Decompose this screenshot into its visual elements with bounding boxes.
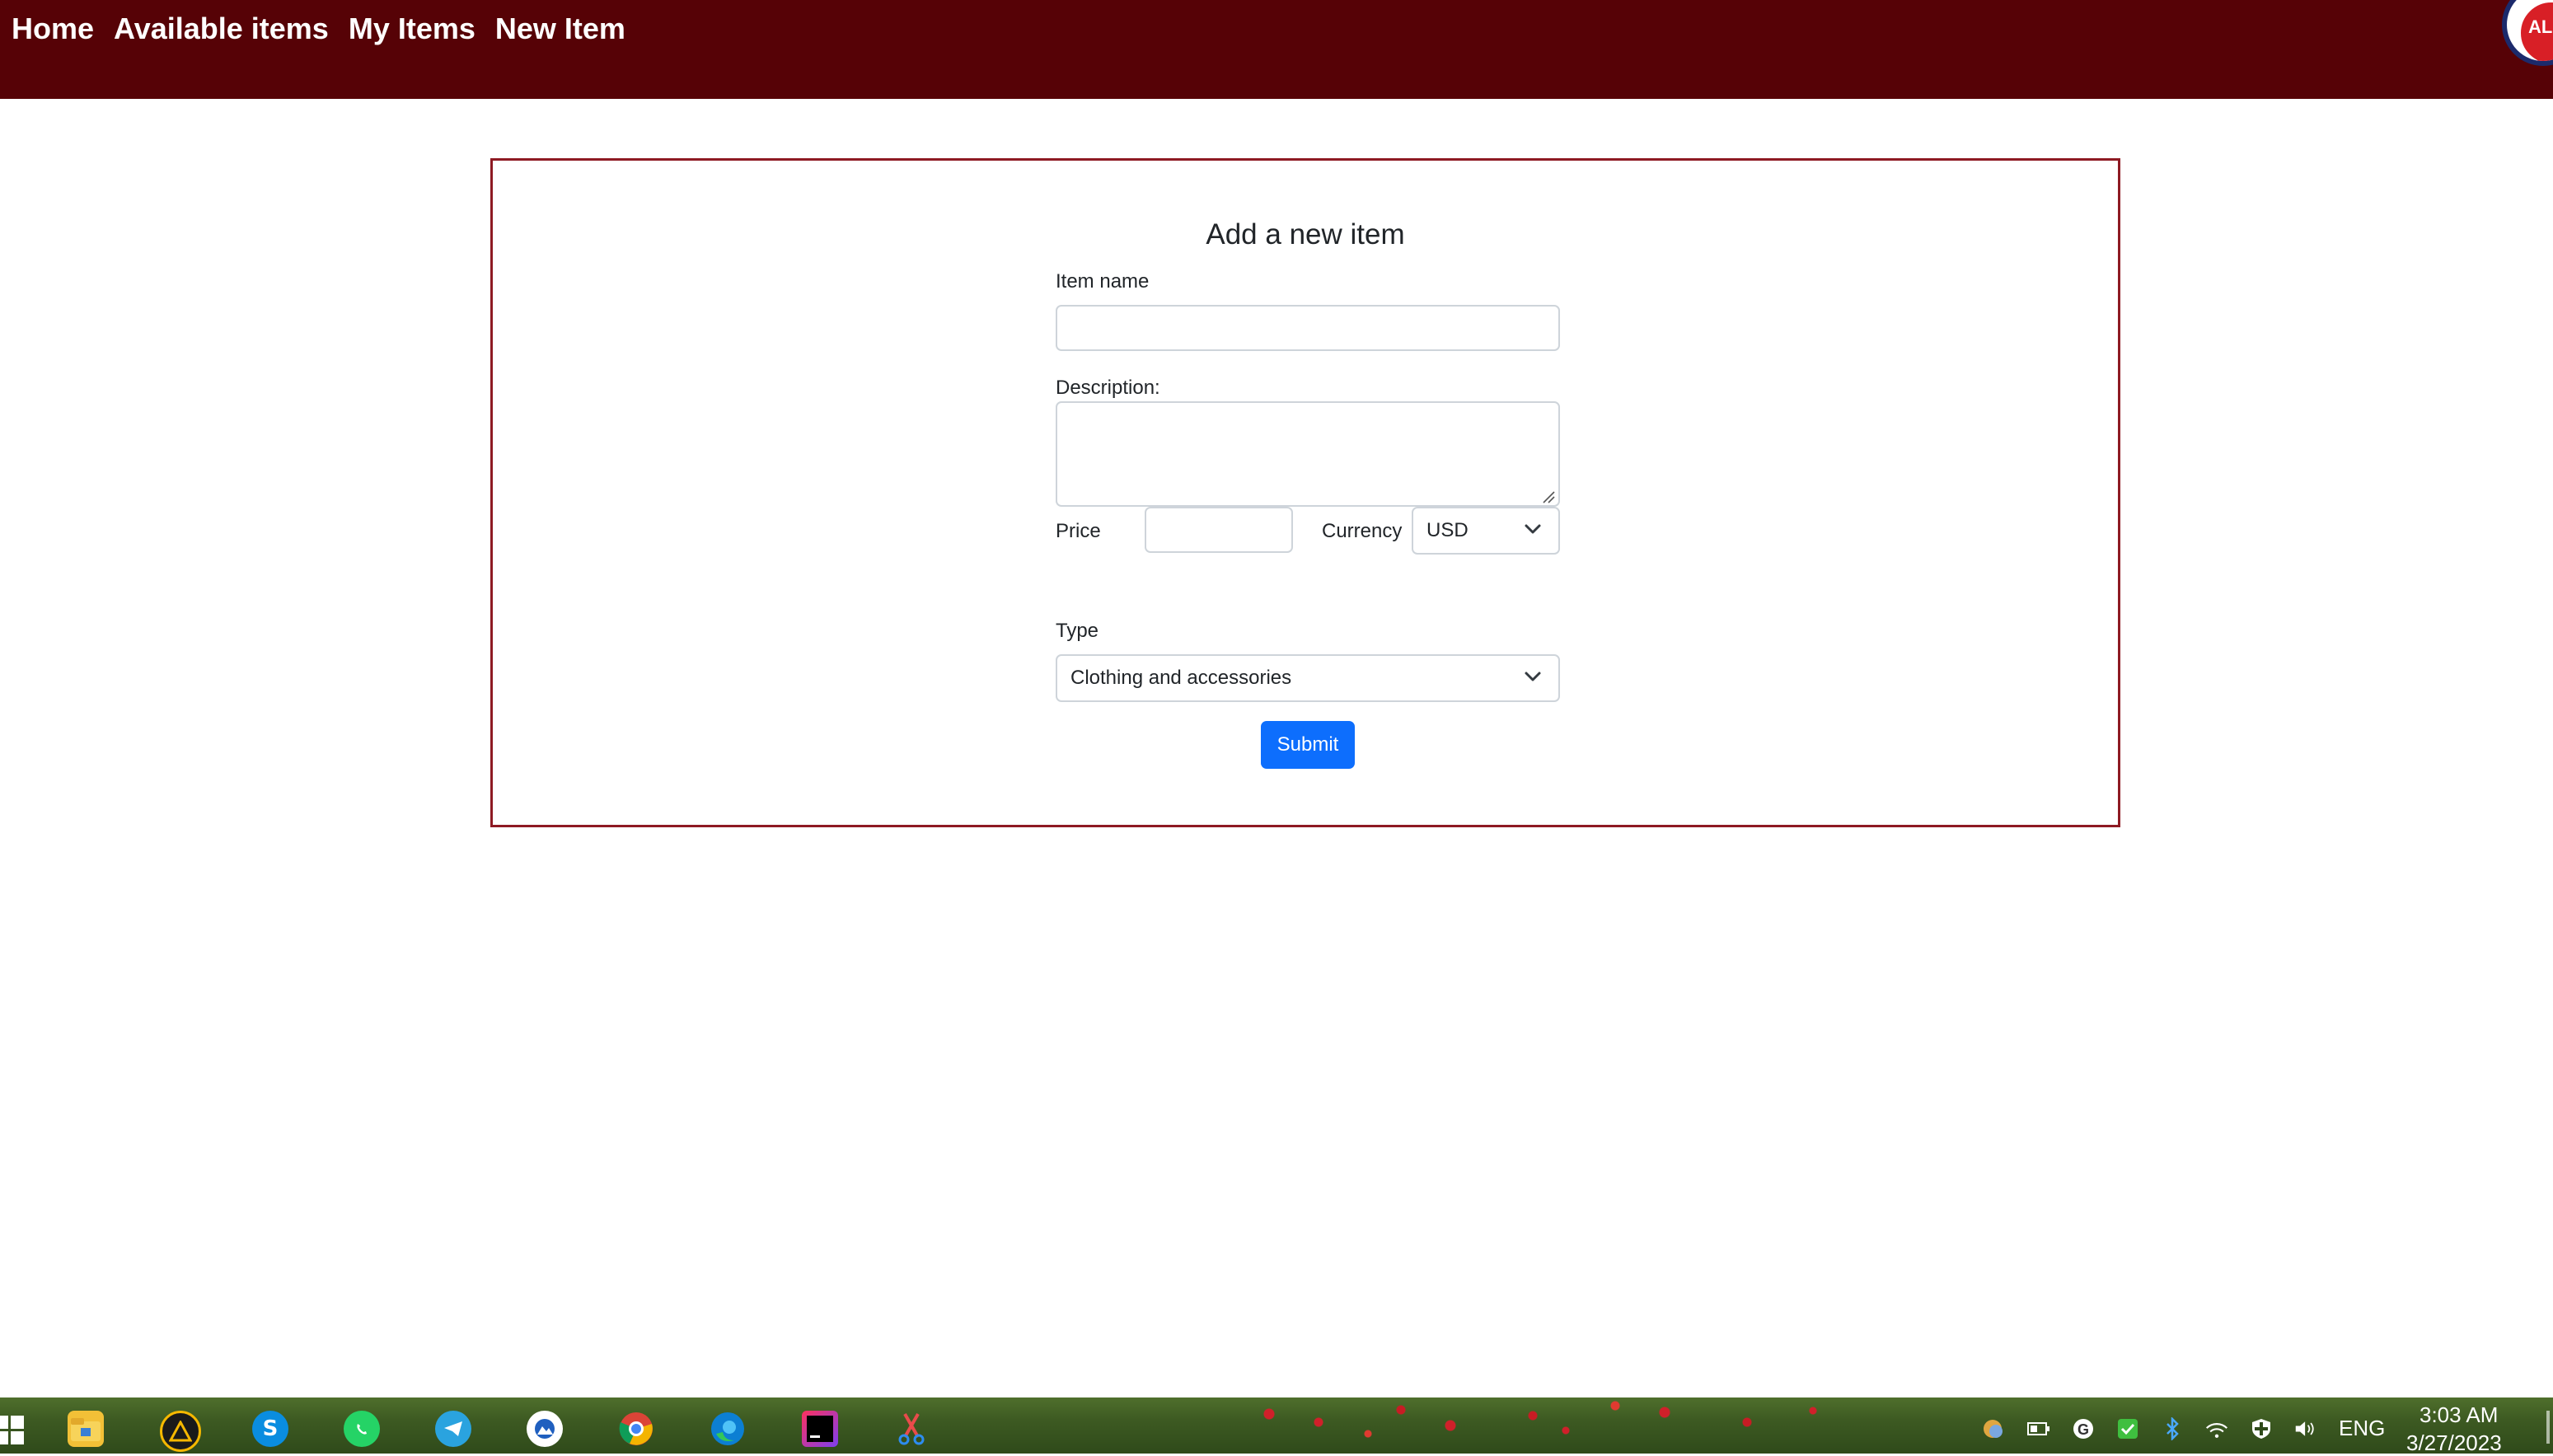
item-name-input[interactable] [1056,305,1560,351]
type-selected-value: Clothing and accessories [1070,667,1292,689]
whatsapp-icon[interactable] [344,1411,380,1447]
currency-label: Currency [1322,520,1403,542]
price-label: Price [1056,520,1101,542]
telegram-icon[interactable] [435,1411,471,1447]
grammarly-icon[interactable]: G [2072,1417,2095,1440]
description-textarea[interactable] [1056,401,1560,507]
nav-home-link[interactable]: Home [12,8,94,49]
windows-taskbar: S G ENG 3:03 AM 3/27/2023 [0,1397,2553,1456]
chrome-icon[interactable] [618,1411,654,1447]
battery-icon[interactable] [2027,1417,2050,1440]
show-desktop-button[interactable] [2546,1411,2550,1444]
nav-links: Home Available items My Items New Item [12,8,625,49]
top-navbar: Home Available items My Items New Item A… [0,0,2553,99]
nav-new-item-link[interactable]: New Item [495,8,625,49]
logo-lettering: ALA [2528,16,2553,37]
photos-icon[interactable] [527,1411,563,1447]
chevron-down-icon [1525,672,1541,681]
file-explorer-icon[interactable] [68,1411,104,1447]
bluetooth-icon[interactable] [2161,1417,2184,1440]
security-shield-icon[interactable] [2250,1417,2273,1440]
language-indicator[interactable]: ENG [2339,1416,2385,1441]
snipping-tool-icon[interactable] [893,1411,930,1447]
wifi-icon[interactable] [2205,1417,2228,1440]
warning-app-icon[interactable] [160,1411,201,1452]
check-app-icon[interactable] [2116,1417,2139,1440]
type-select[interactable]: Clothing and accessories [1056,654,1560,702]
speaker-volume-icon[interactable] [2294,1417,2317,1440]
nav-my-items-link[interactable]: My Items [349,8,475,49]
svg-text:G: G [2078,1421,2089,1438]
skype-icon[interactable]: S [252,1411,288,1447]
currency-select[interactable]: USD [1412,507,1560,555]
university-logo: ALA [2502,0,2553,66]
chevron-down-icon [1525,524,1541,534]
resize-grip-icon[interactable] [1542,490,1555,503]
description-label: Description: [1056,377,1160,399]
clock-date[interactable]: 3/27/2023 [2406,1430,2502,1456]
nav-available-items-link[interactable]: Available items [114,8,329,49]
clock-time[interactable]: 3:03 AM [2419,1402,2498,1428]
form-title: Add a new item [1206,218,1405,250]
windows-start-icon[interactable] [0,1416,25,1445]
intellij-icon[interactable] [802,1411,838,1447]
new-item-form-card: Add a new item Item name Description: Pr… [490,158,2120,827]
edge-icon[interactable] [710,1411,746,1447]
type-label: Type [1056,620,1099,642]
currency-selected-value: USD [1426,519,1469,541]
price-input[interactable] [1145,507,1293,553]
weather-icon[interactable] [1981,1417,2004,1440]
item-name-label: Item name [1056,270,1150,293]
submit-button[interactable]: Submit [1261,721,1355,769]
